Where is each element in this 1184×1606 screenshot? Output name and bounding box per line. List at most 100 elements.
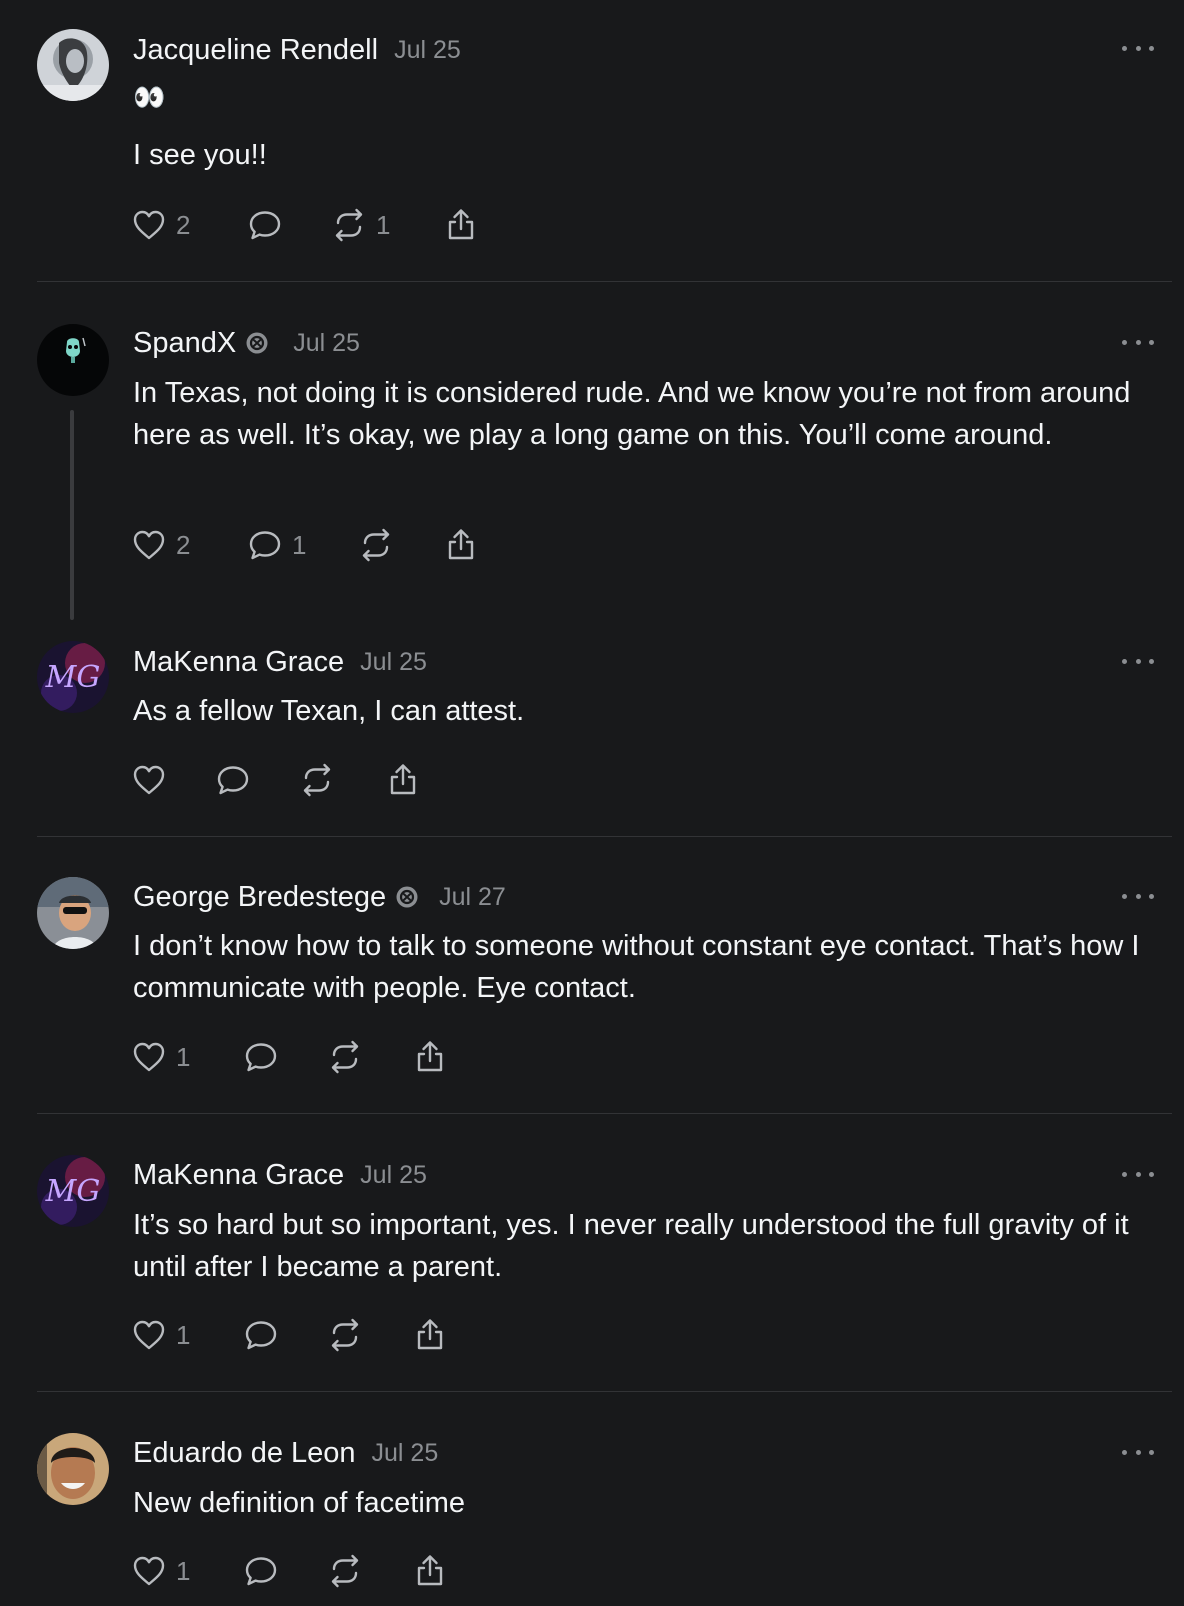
reply-button[interactable] [242,1551,280,1591]
post-date: Jul 25 [371,1438,439,1467]
heart-icon [130,1316,168,1354]
more-dots-icon[interactable] [1122,42,1154,54]
post-date: Jul 25 [394,35,461,64]
thread-line [70,410,74,620]
share-upload-icon [442,206,480,244]
like-count: 1 [176,1555,191,1586]
repost-arrows-icon [298,761,336,799]
share-button[interactable] [442,525,480,565]
post-date: Jul 25 [293,328,360,357]
post-text: I don’t know how to talk to someone with… [133,930,1140,1004]
comment-bubble-icon [214,761,252,799]
more-dots-icon[interactable] [1122,1168,1154,1180]
share-upload-icon [411,1038,449,1076]
like-count: 2 [176,529,191,560]
reply-button[interactable]: 1 [246,525,306,565]
heart-icon [130,1552,168,1590]
repost-button[interactable] [326,1037,364,1077]
share-upload-icon [384,761,422,799]
repost-arrows-icon [326,1316,364,1354]
more-dots-icon[interactable] [1122,1446,1154,1458]
heart-icon [130,761,168,799]
avatar[interactable] [37,324,109,396]
post-header: SpandX Jul 25 [133,323,360,363]
share-button[interactable] [411,1315,449,1355]
like-button[interactable]: 2 [130,525,190,565]
post-text: New definition of facetime [133,1487,466,1519]
like-button[interactable] [130,760,168,800]
repost-button[interactable] [326,1551,364,1591]
share-button[interactable] [384,760,422,800]
comment-bubble-icon [242,1038,280,1076]
repost-arrows-icon [326,1038,364,1076]
divider [37,1113,1172,1114]
verified-badge-icon [395,885,419,909]
avatar[interactable] [37,29,109,101]
repost-button[interactable] [298,760,336,800]
share-upload-icon [411,1316,449,1354]
post-date: Jul 25 [360,647,427,676]
divider [37,836,1172,837]
reply-button[interactable] [242,1037,280,1077]
repost-button[interactable]: 1 [330,205,390,245]
post-date: Jul 27 [439,882,506,911]
post-text: I see you!! [133,139,267,171]
repost-arrows-icon [357,526,395,564]
share-button[interactable] [442,205,480,245]
comment-bubble-icon [246,206,284,244]
verified-badge-icon [245,331,269,355]
post-text: As a fellow Texan, I can attest. [133,695,525,727]
post-emoji: 👀 [133,82,166,112]
like-count: 2 [176,209,191,240]
post-text: In Texas, not doing it is considered rud… [133,377,1131,451]
repost-button[interactable] [326,1315,364,1355]
avatar[interactable] [37,1433,109,1505]
avatar[interactable] [37,877,109,949]
more-dots-icon[interactable] [1122,336,1154,348]
like-button[interactable]: 2 [130,205,190,245]
repost-arrows-icon [330,206,368,244]
like-count: 1 [176,1041,191,1072]
svg-text:MG: MG [45,660,101,695]
avatar[interactable]: MG [37,641,109,713]
more-dots-icon[interactable] [1122,655,1154,667]
like-count: 1 [176,1319,191,1350]
like-button[interactable]: 1 [130,1037,190,1077]
comment-bubble-icon [246,526,284,564]
post-header: MaKenna Grace Jul 25 [133,642,427,682]
share-upload-icon [442,526,480,564]
post-header: Jacqueline Rendell Jul 25 [133,30,461,70]
like-button[interactable]: 1 [130,1551,190,1591]
heart-icon [130,1038,168,1076]
post-date: Jul 25 [360,1160,427,1189]
post-header: George Bredestege Jul 27 [133,877,506,917]
repost-count: 1 [376,209,391,240]
reply-button[interactable] [242,1315,280,1355]
author-name[interactable]: MaKenna Grace [133,1159,344,1192]
share-button[interactable] [411,1551,449,1591]
repost-button[interactable] [357,525,395,565]
reply-button[interactable] [246,205,284,245]
avatar[interactable]: MG [37,1155,109,1227]
more-dots-icon[interactable] [1122,890,1154,902]
heart-icon [130,526,168,564]
post-header: Eduardo de Leon Jul 25 [133,1433,438,1473]
comment-bubble-icon [242,1552,280,1590]
comment-bubble-icon [242,1316,280,1354]
share-upload-icon [411,1552,449,1590]
reply-count: 1 [292,529,307,560]
author-name[interactable]: Eduardo de Leon [133,1437,356,1470]
divider [37,281,1172,282]
author-name[interactable]: Jacqueline Rendell [133,34,378,67]
heart-icon [130,206,168,244]
like-button[interactable]: 1 [130,1315,190,1355]
author-name[interactable]: MaKenna Grace [133,646,344,679]
repost-arrows-icon [326,1552,364,1590]
post-text: It’s so hard but so important, yes. I ne… [133,1209,1129,1283]
svg-text:MG: MG [45,1174,101,1209]
post-header: MaKenna Grace Jul 25 [133,1155,427,1195]
share-button[interactable] [411,1037,449,1077]
author-name[interactable]: George Bredestege [133,881,386,914]
reply-button[interactable] [214,760,252,800]
author-name[interactable]: SpandX [133,327,236,360]
